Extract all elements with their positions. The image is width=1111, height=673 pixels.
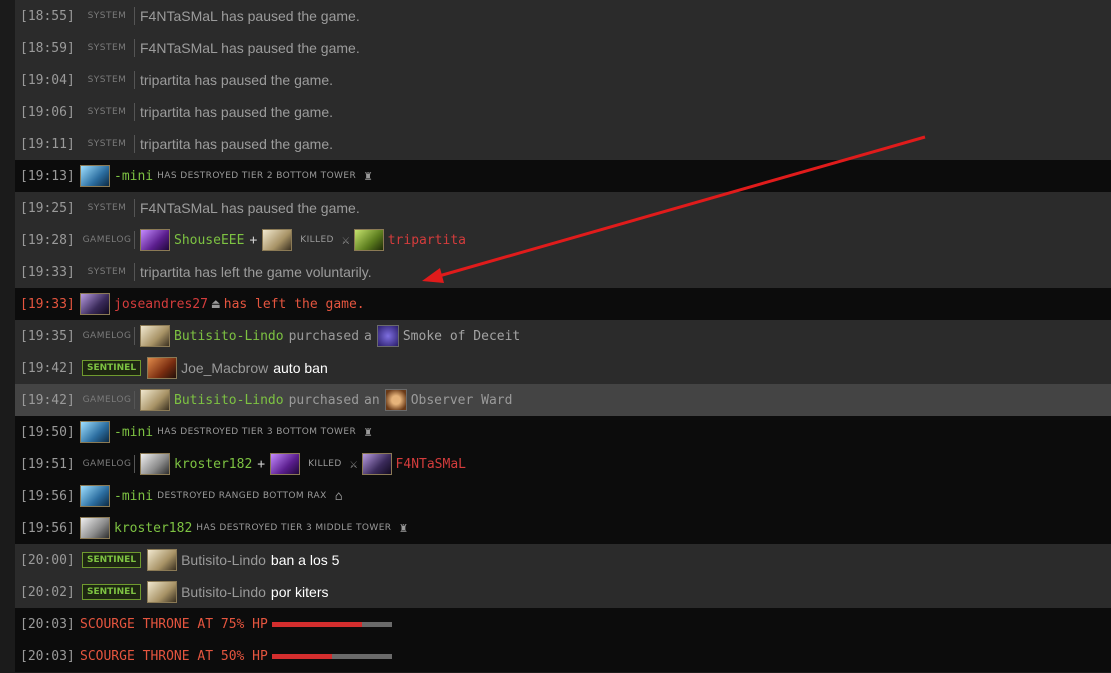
arrow-head	[422, 268, 444, 283]
arrow-line	[431, 135, 926, 280]
annotation-arrow	[422, 135, 926, 283]
